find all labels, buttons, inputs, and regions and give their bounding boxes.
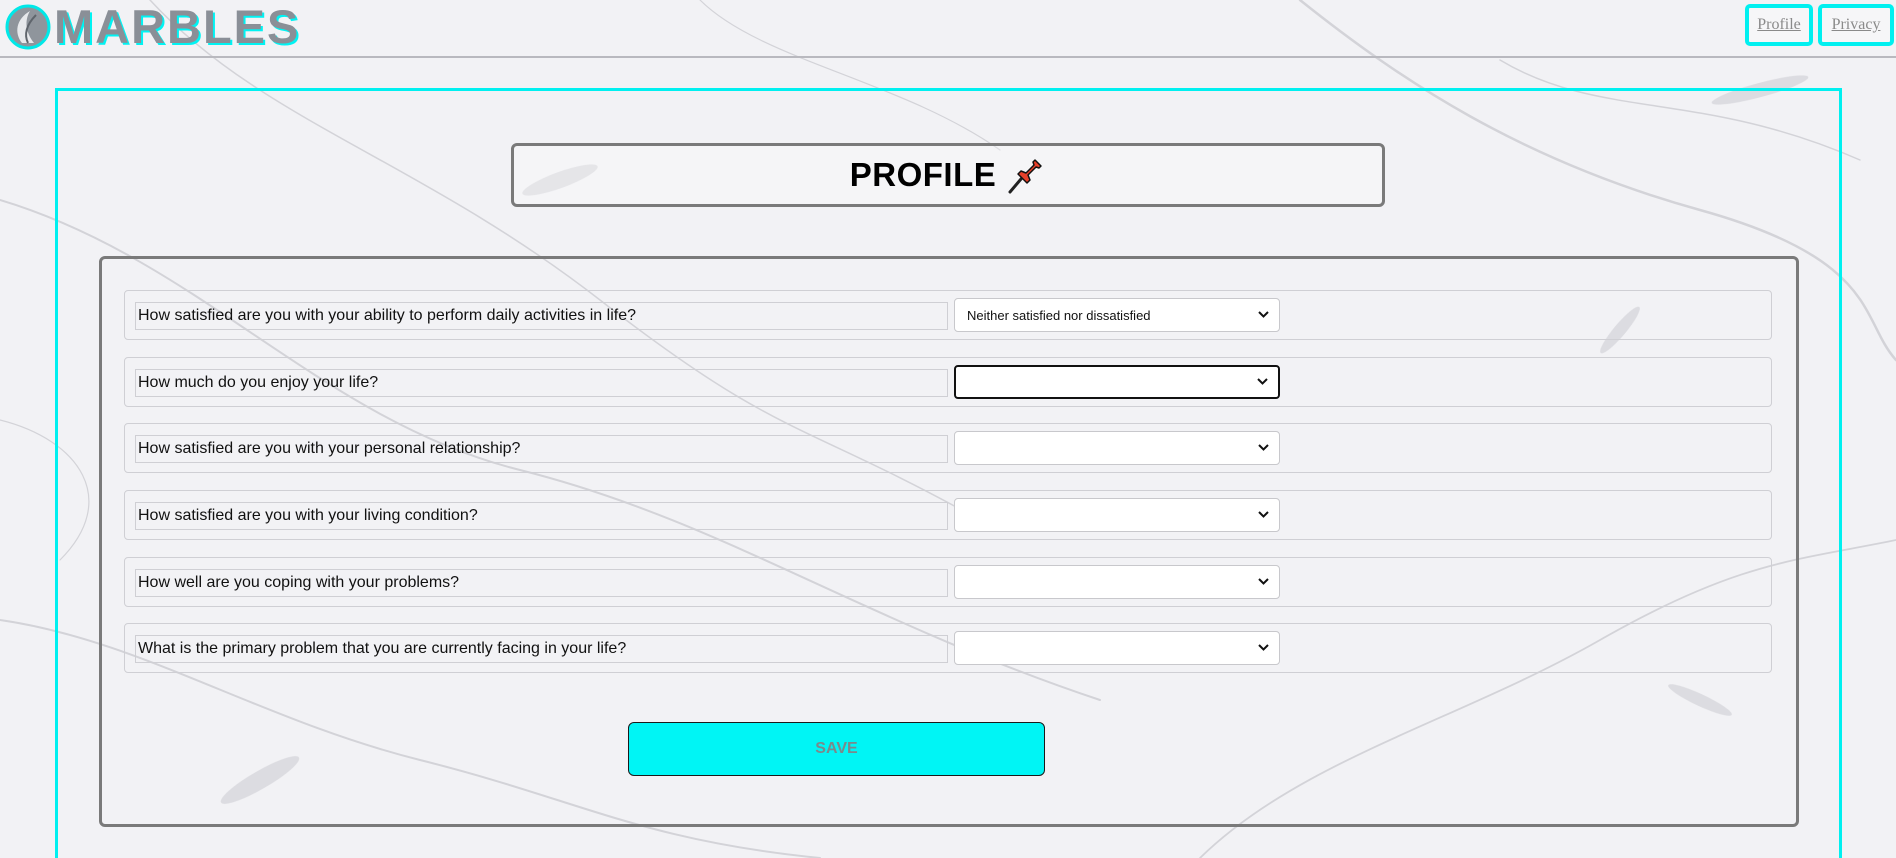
chevron-down-icon [1258, 311, 1269, 318]
question-row-3: How satisfied are you with your personal… [124, 423, 1772, 473]
nav-privacy-link[interactable]: Privacy [1818, 4, 1894, 46]
question-label: How well are you coping with your proble… [135, 569, 948, 597]
question-row-5: How well are you coping with your proble… [124, 557, 1772, 607]
question-label: How much do you enjoy your life? [135, 369, 948, 397]
answer-select-value: Neither satisfied nor dissatisfied [967, 307, 1151, 323]
chevron-down-icon [1258, 578, 1269, 585]
question-label: How satisfied are you with your ability … [135, 302, 948, 330]
save-button[interactable]: SAVE [628, 722, 1045, 776]
chevron-down-icon [1258, 644, 1269, 651]
top-navbar: MARBLES Profile Privacy [0, 0, 1896, 58]
marbles-logo-icon [5, 4, 51, 50]
answer-select[interactable] [954, 565, 1280, 599]
question-row-6: What is the primary problem that you are… [124, 623, 1772, 673]
pushpin-icon [1008, 159, 1042, 194]
page-title: PROFILE [849, 156, 997, 193]
app-logo[interactable]: MARBLES [4, 3, 300, 51]
answer-select[interactable] [954, 431, 1280, 465]
answer-select[interactable]: Neither satisfied nor dissatisfied [954, 298, 1280, 332]
question-label: How satisfied are you with your personal… [135, 435, 948, 463]
answer-select[interactable] [954, 498, 1280, 532]
chevron-down-icon [1257, 378, 1268, 385]
chevron-down-icon [1258, 444, 1269, 451]
answer-select[interactable] [954, 365, 1280, 399]
page-title-box: PROFILE [511, 143, 1385, 207]
question-row-2: How much do you enjoy your life? [124, 357, 1772, 407]
answer-select[interactable] [954, 631, 1280, 665]
question-row-4: How satisfied are you with your living c… [124, 490, 1772, 540]
app-logo-text: MARBLES [54, 0, 301, 53]
nav-profile-link[interactable]: Profile [1745, 4, 1813, 46]
question-row-1: How satisfied are you with your ability … [124, 290, 1772, 340]
question-label: What is the primary problem that you are… [135, 635, 948, 663]
chevron-down-icon [1258, 511, 1269, 518]
question-label: How satisfied are you with your living c… [135, 502, 948, 530]
